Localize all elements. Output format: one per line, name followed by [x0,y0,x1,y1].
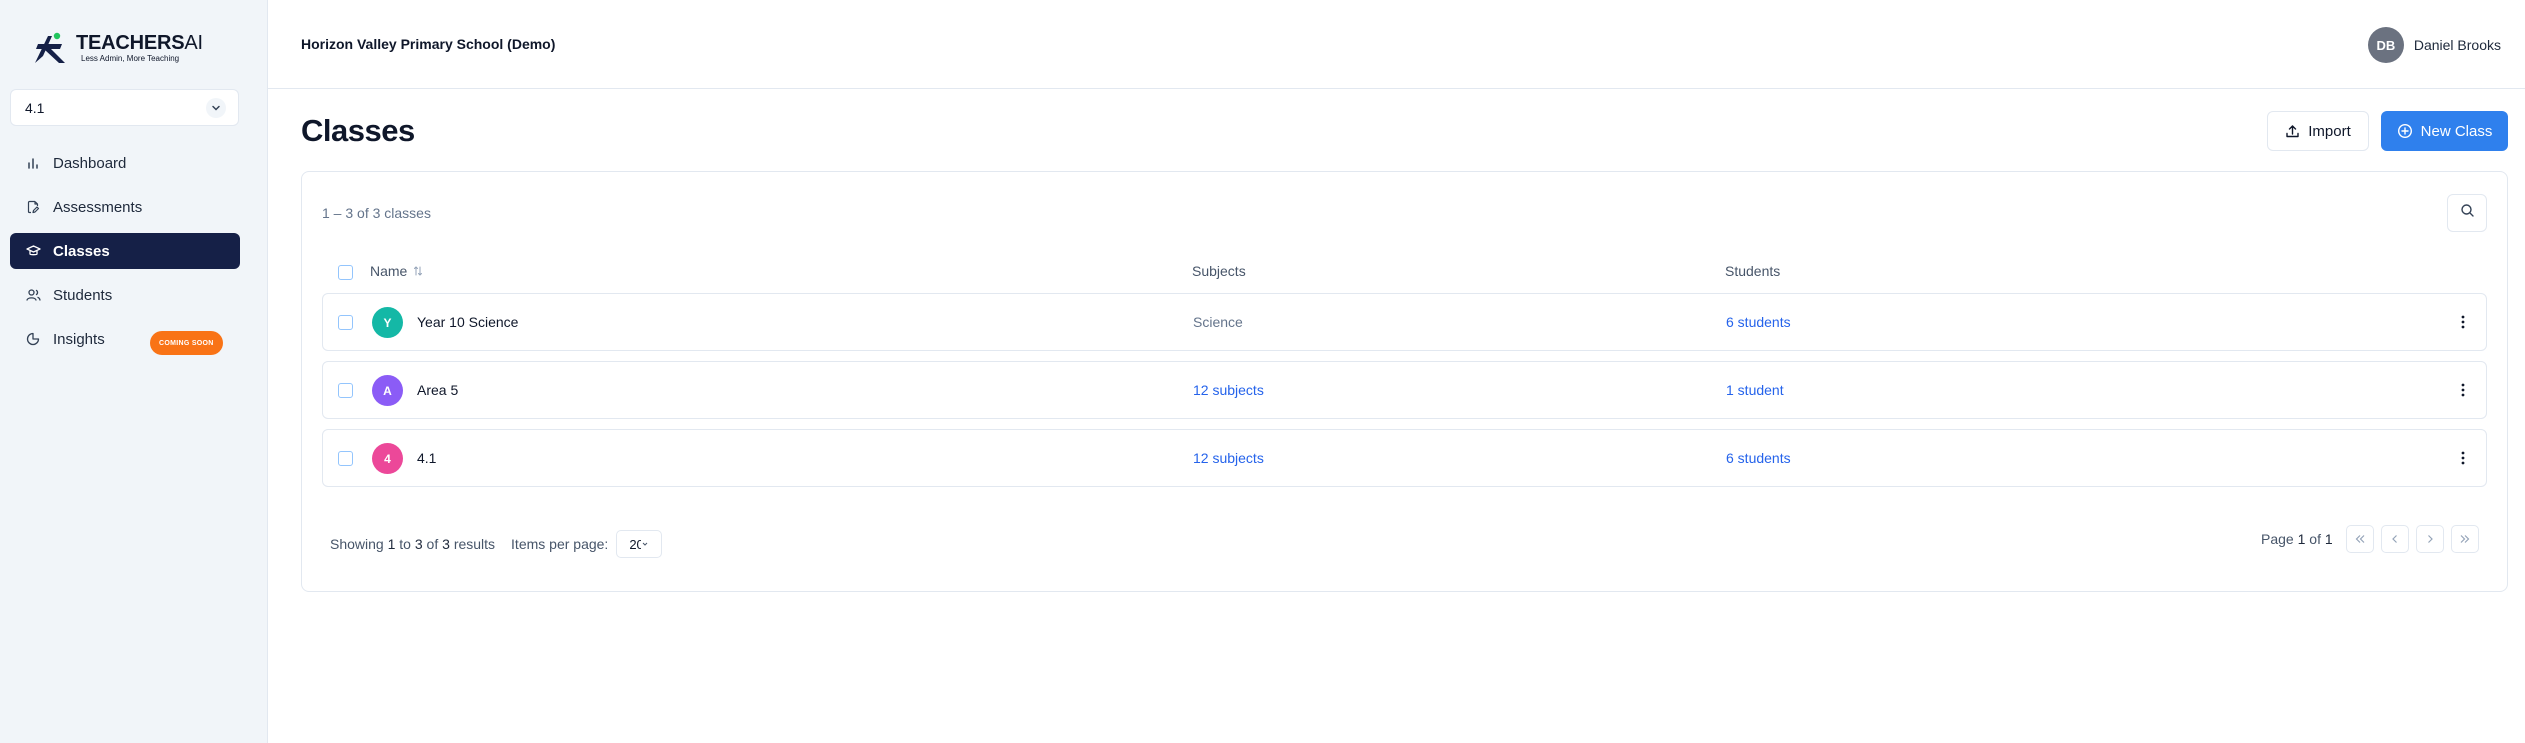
more-vertical-icon[interactable] [2453,380,2473,400]
new-class-button-label: New Class [2420,122,2493,140]
items-per-page-select[interactable]: 20 [616,530,663,558]
class-students-link[interactable]: 6 students [1726,314,1791,330]
sidebar-item-assessments[interactable]: Assessments [10,189,240,225]
sidebar-item-label: Classes [53,242,110,260]
class-selector[interactable]: 4.1 [10,89,239,126]
users-icon [25,287,41,303]
previous-page-button[interactable] [2380,525,2409,553]
row-checkbox[interactable] [338,383,353,398]
sidebar-item-classes[interactable]: Classes [10,233,240,269]
sidebar-item-insights[interactable]: Insights COMING SOON [10,321,240,357]
sidebar-item-label: Dashboard [53,154,127,172]
row-checkbox[interactable] [338,451,353,466]
chevron-down-icon [642,541,648,547]
organization-name: Horizon Valley Primary School (Demo) [301,36,556,52]
class-name[interactable]: Year 10 Science [417,314,518,330]
page-indicator: Page 1 of 1 [2261,531,2333,547]
sidebar-item-dashboard[interactable]: Dashboard [10,145,240,181]
brand-name: TEACHERSAI [76,32,203,54]
file-edit-icon [25,199,41,215]
last-page-button[interactable] [2450,525,2479,553]
sidebar-item-label: Insights [53,330,105,348]
sort-icon [413,265,423,277]
sidebar-nav: Dashboard Assessments Classes Students I… [10,145,240,365]
more-vertical-icon[interactable] [2453,312,2473,332]
column-header-name[interactable]: Name [370,263,423,279]
upload-icon [2285,124,2300,139]
class-avatar: Y [372,307,403,338]
row-checkbox[interactable] [338,315,353,330]
class-name[interactable]: 4.1 [417,450,436,466]
class-selector-value: 4.1 [25,99,45,116]
pagination: Page 1 of 1 [2261,525,2479,553]
next-page-button[interactable] [2415,525,2444,553]
table-row[interactable]: 4 4.1 12 subjects 6 students [322,429,2487,487]
class-students-link[interactable]: 6 students [1726,450,1791,466]
select-all-checkbox[interactable] [338,265,353,280]
sidebar: TEACHERSAI Less Admin, More Teaching 4.1… [0,0,268,743]
items-per-page-label: Items per page: [511,536,609,552]
coming-soon-badge: COMING SOON [150,331,223,355]
class-avatar: 4 [372,443,403,474]
user-menu[interactable]: DB Daniel Brooks [2367,27,2501,63]
import-button[interactable]: Import [2267,111,2369,151]
class-subjects: Science [1193,314,1243,330]
chevrons-left-icon [2354,534,2366,544]
first-page-button[interactable] [2345,525,2374,553]
graduation-cap-icon [25,243,41,259]
column-header-students: Students [1725,263,1781,279]
user-name: Daniel Brooks [2413,37,2501,53]
classes-table-card: 1 – 3 of 3 classes Name Subjects Student… [301,171,2508,592]
plus-circle-icon [2397,123,2413,139]
top-header: Horizon Valley Primary School (Demo) DB … [268,0,2525,89]
class-avatar: A [372,375,403,406]
results-count: 1 – 3 of 3 classes [322,205,431,221]
brand-logo[interactable]: TEACHERSAI Less Admin, More Teaching [32,30,203,66]
class-name[interactable]: Area 5 [417,382,458,398]
import-button-label: Import [2308,122,2351,140]
class-subjects-link[interactable]: 12 subjects [1193,382,1264,398]
column-header-subjects: Subjects [1192,263,1246,279]
search-icon [2460,203,2475,223]
pie-chart-icon [25,331,41,347]
chevron-left-icon [2391,534,2399,544]
avatar: DB [2367,27,2404,63]
page-title: Classes [301,113,415,148]
chevron-down-icon [206,98,226,118]
brand-tagline: Less Admin, More Teaching [81,54,180,63]
table-row[interactable]: Y Year 10 Science Science 6 students [322,293,2487,351]
class-students-link[interactable]: 1 student [1726,382,1784,398]
table-row[interactable]: A Area 5 12 subjects 1 student [322,361,2487,419]
class-subjects-link[interactable]: 12 subjects [1193,450,1264,466]
sidebar-item-students[interactable]: Students [10,277,240,313]
sidebar-item-label: Students [53,286,113,304]
sidebar-item-label: Assessments [53,198,143,216]
bar-chart-icon [25,155,41,171]
new-class-button[interactable]: New Class [2381,111,2508,151]
search-button[interactable] [2447,194,2487,232]
results-summary: Showing 1 to 3 of 3 results Items per pa… [330,530,663,558]
more-vertical-icon[interactable] [2453,448,2473,468]
chevron-right-icon [2426,534,2434,544]
chevrons-right-icon [2459,534,2471,544]
teachersai-logo-icon [35,32,65,63]
